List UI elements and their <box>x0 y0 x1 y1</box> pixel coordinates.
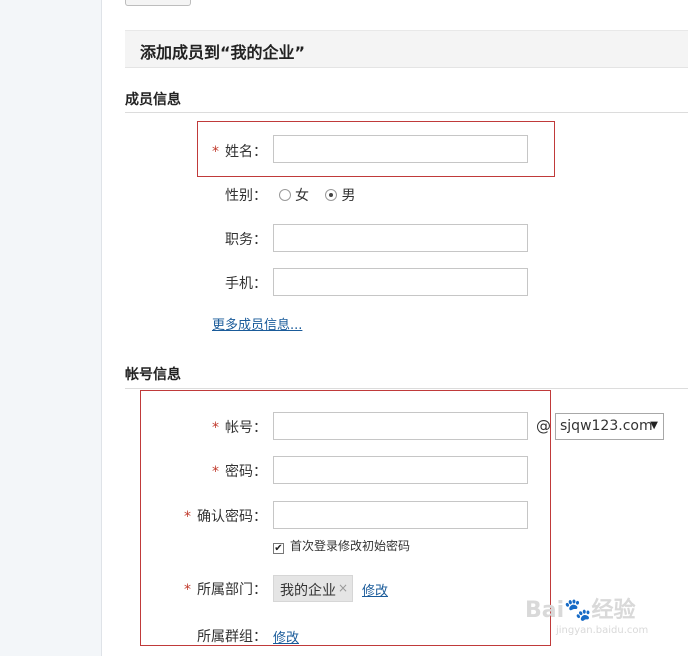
edit-department-link[interactable]: 修改 <box>362 580 388 599</box>
gender-option-male[interactable]: 男 <box>325 188 355 204</box>
position-input[interactable] <box>273 224 528 252</box>
more-member-info-link[interactable]: 更多成员信息... <box>212 314 302 333</box>
radio-female[interactable] <box>279 189 291 201</box>
radio-male[interactable] <box>325 189 338 201</box>
confirm-password-input[interactable] <box>273 501 528 529</box>
member-section-title: 成员信息 <box>125 92 181 108</box>
gender-label: 性别： <box>225 188 267 204</box>
page-title: 添加成员到“我的企业” <box>140 43 306 62</box>
change-password-checkbox[interactable]: ✔ <box>273 543 284 554</box>
department-tag: 我的企业 × <box>273 575 353 602</box>
at-sign: @ <box>536 417 551 435</box>
edit-group-link[interactable]: 修改 <box>273 627 299 646</box>
password-input[interactable] <box>273 456 528 484</box>
watermark-logo: Bai🐾经验 <box>525 598 636 623</box>
name-input[interactable] <box>273 135 528 163</box>
top-button[interactable] <box>125 0 191 6</box>
name-label: * 姓名： <box>212 144 267 160</box>
page-header: 添加成员到“我的企业” <box>125 30 688 68</box>
account-input[interactable] <box>273 412 528 440</box>
remove-department-icon[interactable]: × <box>338 581 348 595</box>
member-section-divider <box>125 112 688 113</box>
left-sidebar <box>0 0 102 656</box>
confirm-password-label: * 确认密码： <box>184 509 267 525</box>
account-section-title: 帐号信息 <box>125 367 181 383</box>
mobile-label: 手机： <box>225 276 267 292</box>
department-label: * 所属部门： <box>184 582 267 598</box>
required-mark: * <box>212 144 219 160</box>
change-password-option[interactable]: ✔ 首次登录修改初始密码 <box>273 537 410 554</box>
domain-select[interactable]: sjqw123.com ▼ <box>555 413 664 440</box>
position-label: 职务： <box>225 232 267 248</box>
account-label: * 帐号： <box>212 420 267 436</box>
group-label: 所属群组： <box>197 629 267 645</box>
password-label: * 密码： <box>212 464 267 480</box>
account-section-divider <box>125 388 688 389</box>
dropdown-arrow-icon: ▼ <box>650 420 658 431</box>
mobile-input[interactable] <box>273 268 528 296</box>
gender-radio-group: 女 男 <box>279 185 355 205</box>
domain-value: sjqw123.com <box>560 418 653 434</box>
watermark-url: jingyan.baidu.com <box>556 625 649 636</box>
gender-option-female[interactable]: 女 <box>279 188 313 204</box>
